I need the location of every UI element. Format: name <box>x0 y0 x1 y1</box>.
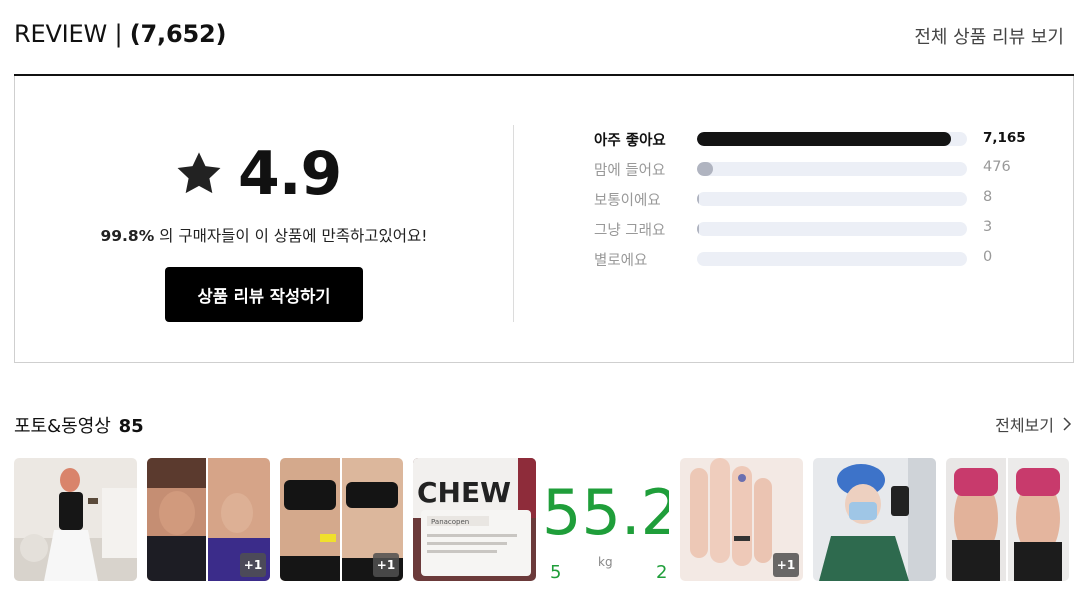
review-total-count: (7,652) <box>129 20 227 48</box>
photo-image: CHEW Panacopen <box>413 458 536 581</box>
photo-count: 85 <box>118 416 144 437</box>
photo-thumbnail[interactable]: 55.2 5 kg 2 <box>546 458 669 581</box>
photo-thumbnail[interactable]: +1 <box>280 458 403 581</box>
rating-bar-fill <box>697 192 699 206</box>
rating-label: 별로에요 <box>594 253 648 269</box>
rating-bar-track <box>697 162 967 176</box>
rating-count: 7,165 <box>983 130 1026 146</box>
write-review-button[interactable]: 상품 리뷰 작성하기 <box>165 267 363 322</box>
chevron-right-icon <box>1063 417 1072 431</box>
photo-view-all-label: 전체보기 <box>995 416 1054 435</box>
photo-thumbnail[interactable]: CHEW Panacopen <box>413 458 536 581</box>
photo-image <box>14 458 137 581</box>
photo-image <box>813 458 936 581</box>
photo-thumbnail[interactable]: +1 <box>680 458 803 581</box>
photo-thumbnail[interactable] <box>946 458 1069 581</box>
photo-title-label: 포토&동영상 <box>14 416 111 437</box>
rating-label: 보통이에요 <box>594 193 661 209</box>
satisfaction-percent: 99.8% <box>100 227 155 245</box>
rating-bar-track <box>697 252 967 266</box>
photo-section-header: 포토&동영상 85 전체보기 <box>14 410 1072 438</box>
photo-view-all-link[interactable]: 전체보기 <box>995 412 1072 436</box>
more-photos-badge: +1 <box>773 553 799 577</box>
more-photos-badge: +1 <box>373 553 399 577</box>
product-text: CHEW <box>417 476 511 509</box>
rating-bar-fill <box>697 162 713 176</box>
rating-count: 476 <box>983 159 1011 175</box>
photo-thumbnail[interactable] <box>14 458 137 581</box>
photo-image: 55.2 5 kg 2 <box>546 458 669 581</box>
rating-bar-track <box>697 222 967 236</box>
rating-row-4: 그냥 그래요 3 <box>594 218 1034 239</box>
review-header: REVIEW | (7,652) 전체 상품 리뷰 보기 <box>14 18 1064 54</box>
rating-bar-fill <box>697 132 951 146</box>
star-icon <box>177 152 221 194</box>
average-score: 4.9 <box>174 139 342 209</box>
photo-thumbnail[interactable] <box>813 458 936 581</box>
review-title: REVIEW | (7,652) <box>14 20 226 48</box>
scale-reading: 55.2 <box>546 476 669 549</box>
review-title-prefix: REVIEW | <box>14 20 130 48</box>
product-brand-text: Panacopen <box>431 518 469 526</box>
summary-divider <box>513 125 514 322</box>
rating-label: 그냥 그래요 <box>594 223 666 239</box>
satisfaction-text: 99.8% 의 구매자들이 이 상품에 만족하고있어요! <box>0 224 528 246</box>
view-all-reviews-link[interactable]: 전체 상품 리뷰 보기 <box>914 23 1064 49</box>
rating-label: 아주 좋아요 <box>594 133 666 149</box>
satisfaction-message: 의 구매자들이 이 상품에 만족하고있어요! <box>154 227 428 245</box>
scale-right-digit: 2 <box>656 562 667 581</box>
rating-count: 3 <box>983 219 993 235</box>
rating-count: 0 <box>983 249 993 265</box>
rating-row-3: 보통이에요 8 <box>594 188 1034 209</box>
photo-thumbnail[interactable]: +1 <box>147 458 270 581</box>
rating-row-1: 아주 좋아요 7,165 <box>594 128 1034 149</box>
scale-left-digit: 5 <box>550 562 561 581</box>
rating-bar-track <box>697 192 967 206</box>
scale-unit: kg <box>598 555 613 569</box>
rating-bar-track <box>697 132 967 146</box>
rating-row-2: 맘에 들어요 476 <box>594 158 1034 179</box>
photo-section-title: 포토&동영상 85 <box>14 412 144 438</box>
photo-image <box>946 458 1069 581</box>
score-value: 4.9 <box>238 139 342 209</box>
more-photos-badge: +1 <box>240 553 266 577</box>
rating-row-5: 별로에요 0 <box>594 248 1034 269</box>
rating-count: 8 <box>983 189 993 205</box>
rating-bar-fill <box>697 222 699 236</box>
rating-label: 맘에 들어요 <box>594 163 666 179</box>
